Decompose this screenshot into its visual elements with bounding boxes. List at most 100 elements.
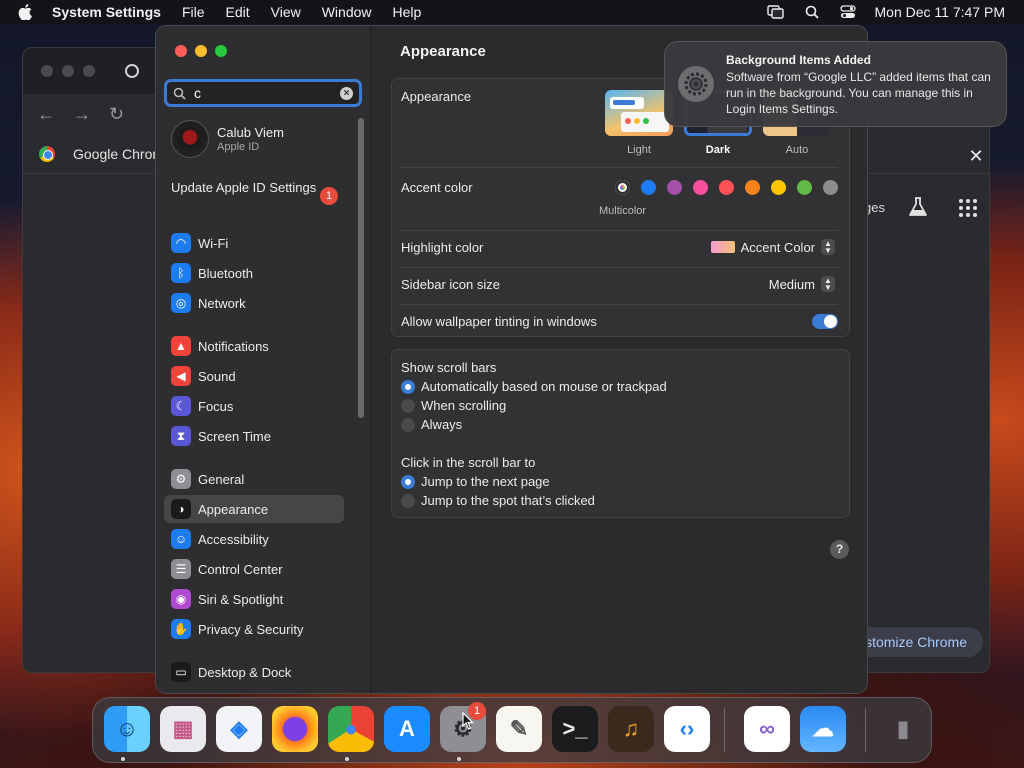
menu-file[interactable]: File: [182, 4, 205, 20]
garageband-icon[interactable]: ♫: [608, 706, 654, 752]
sidebar-item-control-center[interactable]: ☰ Control Center: [164, 555, 344, 583]
radio-button[interactable]: [401, 398, 415, 413]
menu-app-name[interactable]: System Settings: [52, 4, 161, 20]
sidebar-item-bluetooth[interactable]: ᛒ Bluetooth: [164, 259, 344, 287]
radio-jump-to-spot[interactable]: Jump to the spot that’s clicked: [401, 491, 595, 510]
textedit-icon[interactable]: ✎: [496, 706, 542, 752]
sidebar-item-desktop-dock[interactable]: ▭ Desktop & Dock: [164, 658, 344, 686]
menu-edit[interactable]: Edit: [226, 4, 250, 20]
chrome-logo-icon: [39, 145, 55, 162]
reload-icon[interactable]: ↻: [109, 104, 124, 125]
running-indicator: [457, 757, 461, 761]
clear-search-icon[interactable]: ×: [340, 86, 353, 100]
highlight-color-label: Highlight color: [401, 240, 484, 255]
spotlight-search-icon[interactable]: [803, 5, 821, 19]
radio-jump-next-page[interactable]: Jump to the next page: [401, 472, 595, 491]
accent-color-swatch[interactable]: [823, 180, 838, 195]
finder-icon[interactable]: ☺: [104, 706, 150, 752]
accent-color-swatch[interactable]: [771, 180, 786, 195]
search-input[interactable]: [194, 85, 334, 101]
terminal-icon[interactable]: >_: [552, 706, 598, 752]
trash-icon[interactable]: ▮: [880, 706, 926, 752]
accent-color-swatch[interactable]: [641, 180, 656, 195]
sidebar-item-privacy-security[interactable]: ✋ Privacy & Security: [164, 615, 344, 643]
sidebar-scrollbar[interactable]: [358, 118, 364, 418]
sidebar-item-notifications[interactable]: ▲ Notifications: [164, 332, 344, 360]
vscode-icon[interactable]: ‹›: [664, 706, 710, 752]
appearance-icon: ◑: [171, 499, 191, 519]
help-button[interactable]: ?: [830, 540, 849, 559]
sidebar-item-general[interactable]: ⚙ General: [164, 465, 344, 493]
theme-light-option[interactable]: [605, 90, 673, 136]
sidebar-item-siri-spotlight[interactable]: ◉ Siri & Spotlight: [164, 585, 344, 613]
radio-button[interactable]: [401, 379, 415, 394]
radio-label: Always: [421, 417, 463, 432]
highlight-color-popup[interactable]: Accent Color ▲ ▼: [710, 239, 835, 255]
radio-button[interactable]: [401, 417, 415, 432]
apple-id-account[interactable]: Calub Viem Apple ID: [171, 120, 284, 158]
sidebar-item-sound[interactable]: ◀ Sound: [164, 362, 344, 390]
firefox-icon[interactable]: [272, 706, 318, 752]
zoom-window-button[interactable]: [215, 45, 227, 57]
menu-help[interactable]: Help: [393, 4, 422, 20]
customize-chrome-button[interactable]: ustomize Chrome: [849, 627, 983, 657]
update-apple-id-item[interactable]: Update Apple ID Settings: [171, 180, 341, 196]
labs-flask-icon[interactable]: [907, 196, 929, 218]
wallpaper-tinting-toggle[interactable]: [812, 314, 838, 329]
app-store-icon[interactable]: A: [384, 706, 430, 752]
accent-color-label: Accent color: [401, 180, 473, 195]
divider: [400, 267, 838, 268]
safari-icon[interactable]: ◈: [216, 706, 262, 752]
visual-studio-icon[interactable]: ∞: [744, 706, 790, 752]
sidebar-item-appearance[interactable]: ◑ Appearance: [164, 495, 344, 523]
accent-color-swatch[interactable]: [693, 180, 708, 195]
click-scroll-bar-label: Click in the scroll bar to: [401, 455, 536, 470]
control-center-icon[interactable]: [839, 5, 857, 19]
speaker-icon: ◀: [171, 366, 191, 386]
divider: [400, 304, 838, 305]
chrome-icon[interactable]: ●: [328, 706, 374, 752]
sidebar-item-label: Siri & Spotlight: [198, 591, 284, 607]
notification-banner[interactable]: Background Items Added Software from “Go…: [664, 41, 1007, 127]
apple-menu-icon[interactable]: [18, 4, 38, 20]
globe-icon: ◎: [171, 293, 191, 313]
screen-mirroring-icon[interactable]: [766, 5, 785, 19]
back-arrow-icon[interactable]: ←: [37, 104, 55, 125]
forward-arrow-icon[interactable]: →: [73, 104, 91, 125]
sidebar-item-network[interactable]: ◎ Network: [164, 289, 344, 317]
sidebar-item-label: General: [198, 471, 245, 487]
launchpad-icon[interactable]: ▦: [160, 706, 206, 752]
running-indicator: [121, 757, 125, 761]
theme-light-label: Light: [627, 144, 651, 156]
sidebar-item-screen-time[interactable]: ⧗ Screen Time: [164, 422, 344, 450]
accent-color-swatch[interactable]: [797, 180, 812, 195]
accent-color-swatch[interactable]: [615, 180, 630, 195]
google-apps-icon[interactable]: [959, 199, 977, 217]
radio-label: Jump to the next page: [421, 474, 550, 489]
minimize-window-button[interactable]: [195, 45, 207, 57]
accent-color-swatch[interactable]: [745, 180, 760, 195]
chrome-tab-icon[interactable]: [125, 64, 139, 78]
menu-window[interactable]: Window: [322, 4, 372, 20]
sidebar-item-focus[interactable]: ☾ Focus: [164, 392, 344, 420]
radio-button[interactable]: [401, 474, 415, 489]
close-window-button[interactable]: [175, 45, 187, 57]
menu-view[interactable]: View: [271, 4, 301, 20]
moon-icon: ☾: [171, 396, 191, 416]
radio-automatic[interactable]: Automatically based on mouse or trackpad: [401, 377, 667, 396]
radio-when-scrolling[interactable]: When scrolling: [401, 396, 667, 415]
sidebar-item-accessibility[interactable]: ☺ Accessibility: [164, 525, 344, 553]
weather-icon[interactable]: ☁: [800, 706, 846, 752]
radio-always[interactable]: Always: [401, 415, 667, 434]
accessibility-icon: ☺: [171, 529, 191, 549]
accent-color-swatch[interactable]: [719, 180, 734, 195]
menu-clock[interactable]: Mon Dec 11 7:47 PM: [875, 4, 1005, 20]
sidebar-item-label: Network: [198, 295, 246, 311]
settings-gear-icon: [678, 66, 714, 102]
sidebar-item-wi-fi[interactable]: ◠ Wi-Fi: [164, 229, 344, 257]
close-icon[interactable]: ✕: [967, 146, 985, 167]
accent-color-swatch[interactable]: [667, 180, 682, 195]
dock: ☺ ▦ ◈ ● A ⚙ ✎ >_ ♫ ‹› ∞ ☁ ▮ 1: [92, 697, 932, 763]
radio-button[interactable]: [401, 493, 415, 508]
sidebar-icon-size-popup[interactable]: Medium ▲ ▼: [769, 276, 835, 292]
